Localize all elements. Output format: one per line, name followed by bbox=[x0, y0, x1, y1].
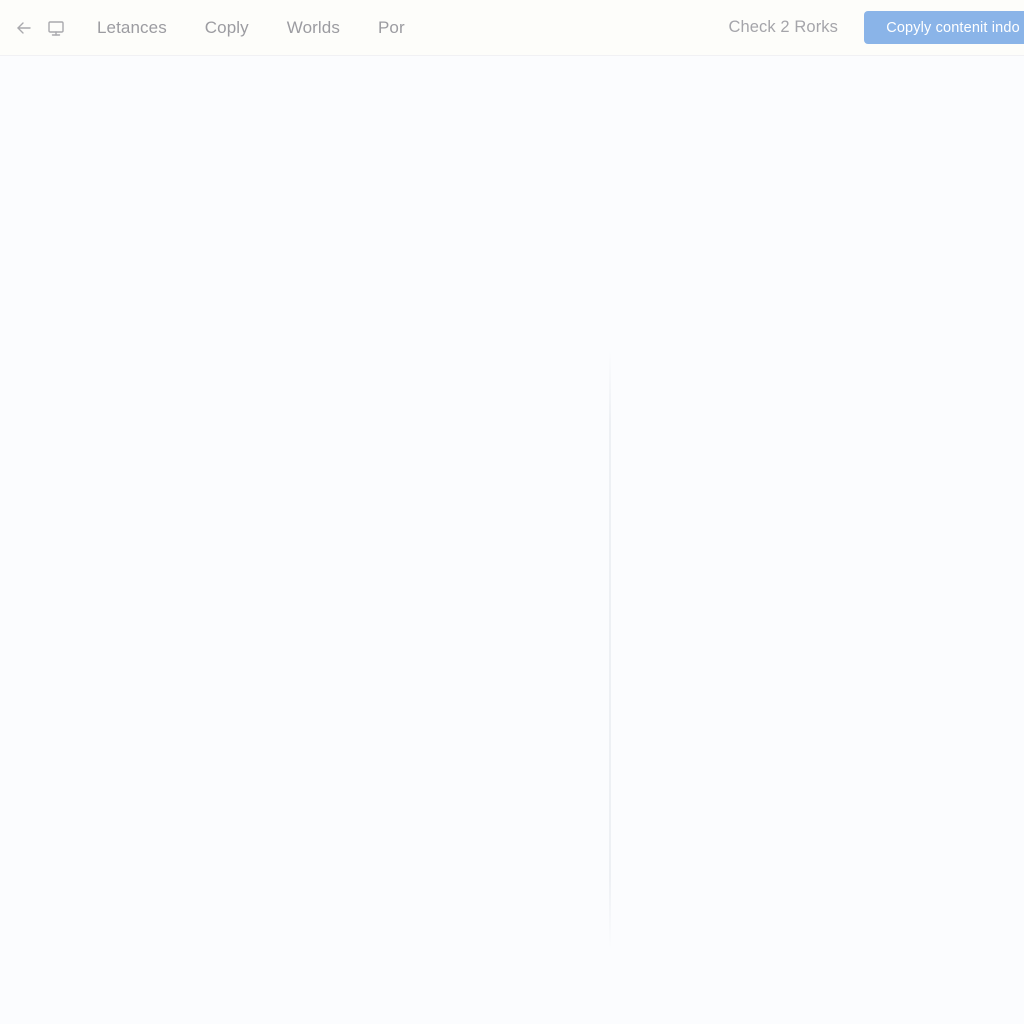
left-pane bbox=[0, 56, 610, 1024]
right-pane bbox=[611, 56, 1024, 1024]
nav-item-letances[interactable]: Letances bbox=[97, 19, 167, 36]
back-button[interactable] bbox=[11, 15, 37, 41]
top-toolbar: Letances Coply Worlds Por Check 2 Rorks … bbox=[0, 0, 1024, 56]
status-label: Check 2 Rorks bbox=[728, 18, 838, 37]
nav-item-por[interactable]: Por bbox=[378, 19, 405, 36]
app-window: Letances Coply Worlds Por Check 2 Rorks … bbox=[0, 0, 1024, 1024]
arrow-left-icon bbox=[14, 18, 34, 38]
nav-item-worlds[interactable]: Worlds bbox=[287, 19, 340, 36]
main-content bbox=[0, 56, 1024, 1024]
toolbar-nav: Letances Coply Worlds Por bbox=[97, 19, 405, 36]
monitor-icon bbox=[46, 18, 66, 38]
nav-item-coply[interactable]: Coply bbox=[205, 19, 249, 36]
copy-content-button[interactable]: Copyly contenit indo bbox=[864, 11, 1024, 44]
display-button[interactable] bbox=[43, 15, 69, 41]
